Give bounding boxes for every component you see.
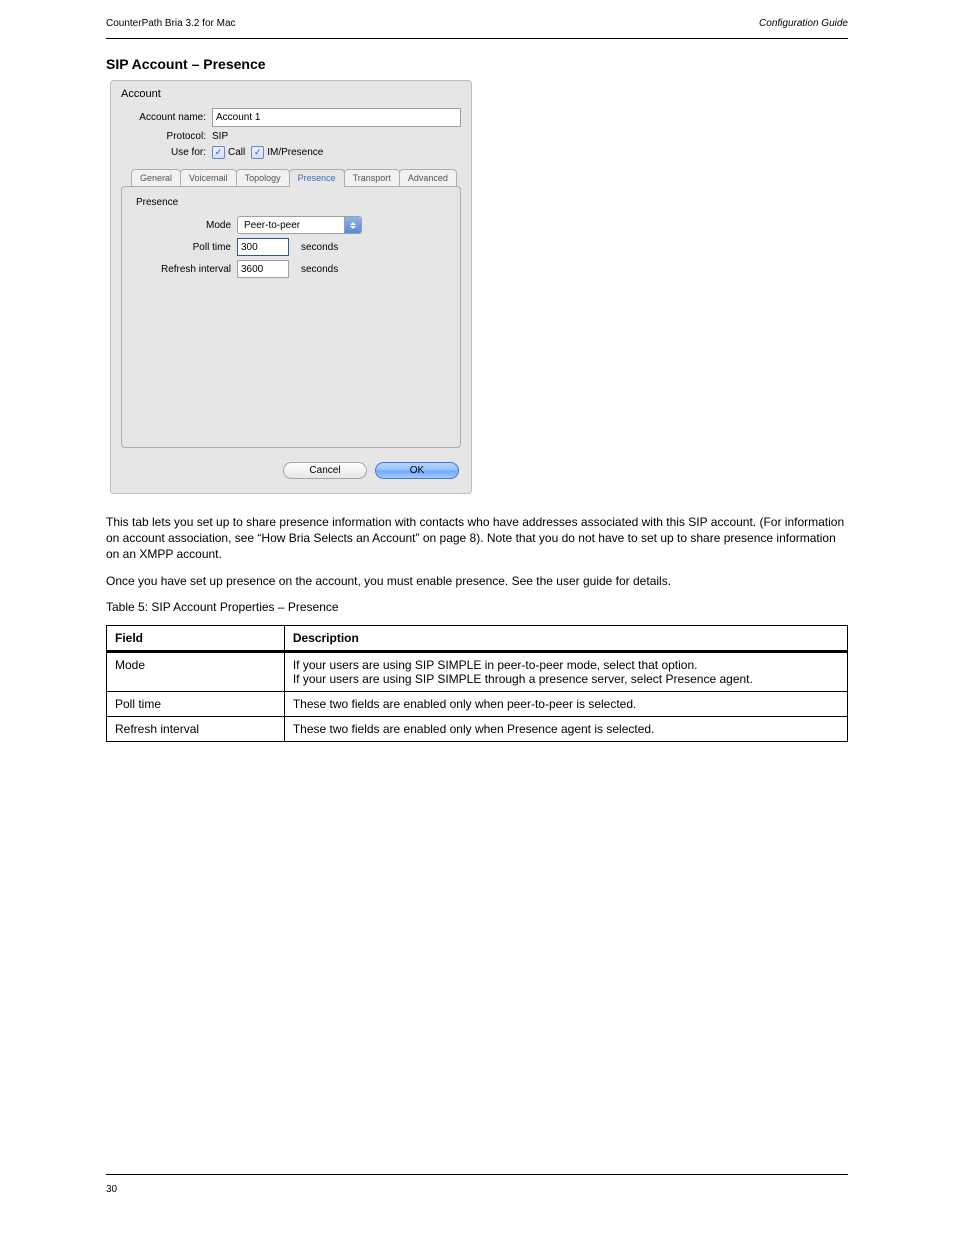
refresh-interval-unit: seconds (301, 264, 338, 275)
protocol-value: SIP (212, 131, 228, 142)
im-presence-checkbox-label: IM/Presence (267, 147, 323, 158)
panel-legend: Presence (136, 197, 446, 208)
account-window: Account Account name: Protocol: SIP Use … (110, 80, 472, 494)
poll-time-row: Poll time seconds (136, 238, 446, 256)
mode-select[interactable]: Peer-to-peer (237, 216, 362, 234)
call-checkbox[interactable]: ✓ Call (212, 146, 245, 159)
tab-presence[interactable]: Presence (289, 169, 345, 187)
cell-refresh-desc: These two fields are enabled only when P… (284, 716, 847, 741)
poll-time-label: Poll time (136, 242, 231, 253)
section-title: SIP Account – Presence (106, 56, 848, 72)
body-text: This tab lets you set up to share presen… (106, 514, 848, 615)
cell-poll-desc: These two fields are enabled only when p… (284, 691, 847, 716)
cancel-button[interactable]: Cancel (283, 462, 367, 479)
use-for-row: Use for: ✓ Call ✓ IM/Presence (121, 146, 461, 159)
header-doc-title: Configuration Guide (759, 18, 848, 29)
dialog-buttons: Cancel OK (111, 462, 459, 479)
protocol-row: Protocol: SIP (121, 131, 461, 142)
paragraph-1: This tab lets you set up to share presen… (106, 514, 848, 563)
use-for-label: Use for: (121, 147, 206, 158)
im-presence-checkbox[interactable]: ✓ IM/Presence (251, 146, 323, 159)
footer-rule (106, 1174, 848, 1175)
header-rule (106, 38, 848, 39)
ok-button[interactable]: OK (375, 462, 459, 479)
window-title: Account (111, 81, 471, 104)
tab-bar: General Voicemail Topology Presence Tran… (121, 169, 461, 187)
tabs-container: General Voicemail Topology Presence Tran… (121, 169, 461, 448)
th-description: Description (284, 625, 847, 651)
table-row: Poll time These two fields are enabled o… (107, 691, 848, 716)
table-header-label: Table 5: SIP Account Properties – Presen… (106, 599, 848, 615)
mode-row: Mode Peer-to-peer (136, 216, 446, 234)
checkbox-icon: ✓ (212, 146, 225, 159)
table-row: Mode If your users are using SIP SIMPLE … (107, 651, 848, 691)
tab-advanced[interactable]: Advanced (399, 169, 457, 187)
th-field: Field (107, 625, 285, 651)
account-name-label: Account name: (121, 112, 206, 123)
refresh-interval-label: Refresh interval (136, 264, 231, 275)
protocol-label: Protocol: (121, 131, 206, 142)
refresh-interval-row: Refresh interval seconds (136, 260, 446, 278)
paragraph-2: Once you have set up presence on the acc… (106, 573, 848, 589)
table-row: Refresh interval These two fields are en… (107, 716, 848, 741)
account-name-input[interactable] (212, 108, 461, 127)
poll-time-input[interactable] (237, 238, 289, 256)
poll-time-unit: seconds (301, 242, 338, 253)
header-product: CounterPath Bria 3.2 for Mac (106, 18, 236, 29)
tab-topology[interactable]: Topology (236, 169, 290, 187)
cell-mode-desc: If your users are using SIP SIMPLE in pe… (284, 651, 847, 691)
call-checkbox-label: Call (228, 147, 245, 158)
mode-value: Peer-to-peer (238, 220, 344, 231)
checkbox-icon: ✓ (251, 146, 264, 159)
page-content: SIP Account – Presence Account Account n… (106, 56, 848, 1155)
cell-poll-field: Poll time (107, 691, 285, 716)
presence-panel: Presence Mode Peer-to-peer Poll time (121, 186, 461, 448)
page-number: 30 (106, 1184, 117, 1195)
chevron-up-down-icon (344, 217, 361, 233)
cell-mode-field: Mode (107, 651, 285, 691)
account-name-row: Account name: (121, 108, 461, 127)
fields-table: Field Description Mode If your users are… (106, 625, 848, 742)
cell-refresh-field: Refresh interval (107, 716, 285, 741)
tab-transport[interactable]: Transport (344, 169, 400, 187)
refresh-interval-input[interactable] (237, 260, 289, 278)
tab-general[interactable]: General (131, 169, 181, 187)
tab-voicemail[interactable]: Voicemail (180, 169, 237, 187)
mode-label: Mode (136, 220, 231, 231)
